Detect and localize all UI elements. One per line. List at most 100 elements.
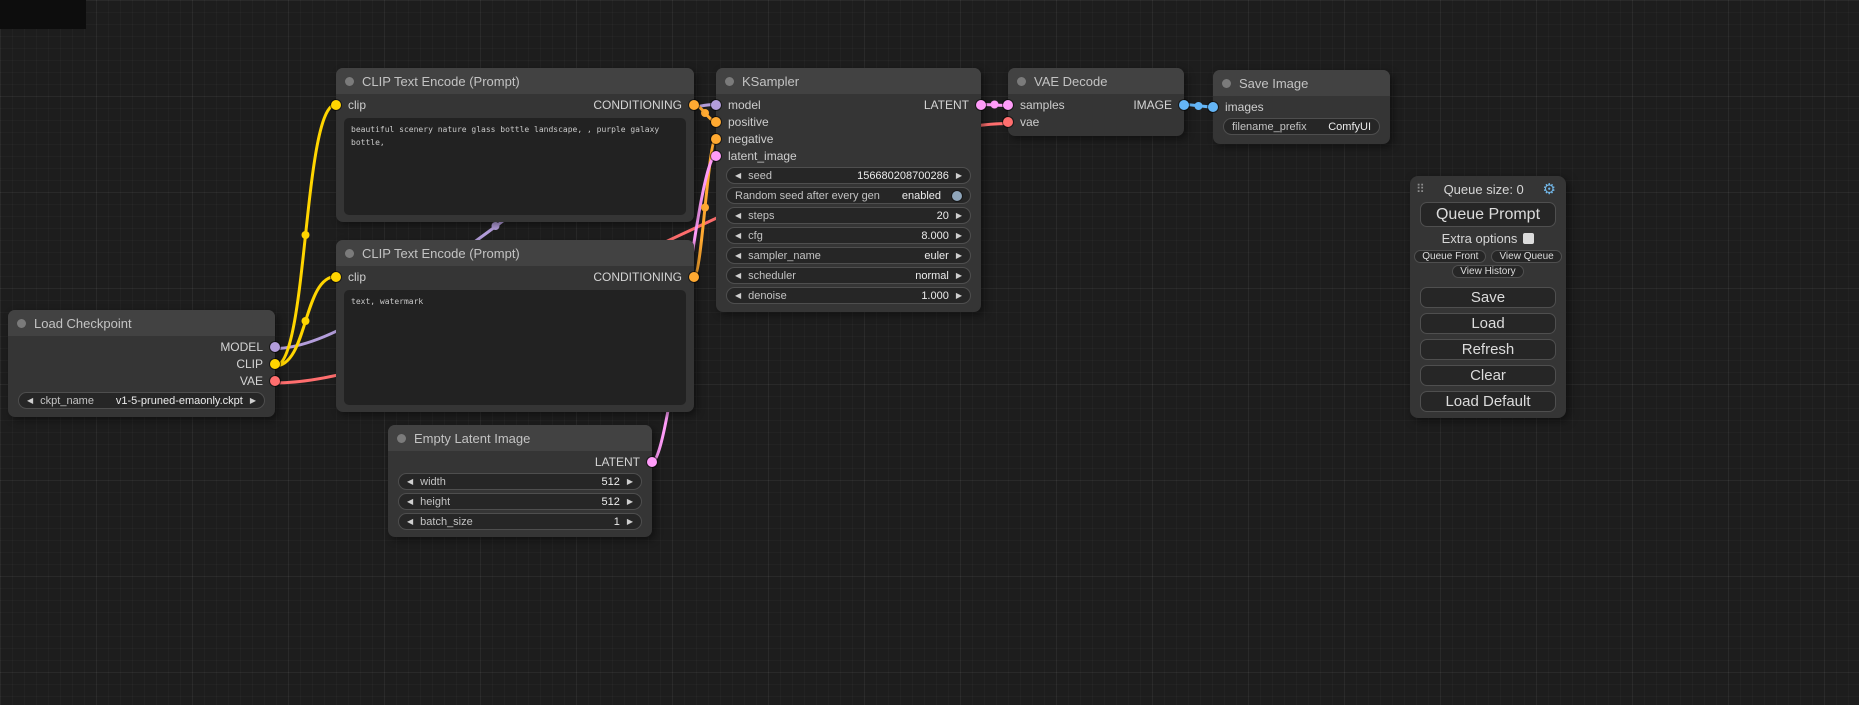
widget-scheduler[interactable]: ◀ scheduler normal ▶ (726, 267, 971, 284)
collapse-dot-icon[interactable] (1222, 79, 1231, 88)
decrement-arrow-icon[interactable]: ◀ (407, 478, 413, 486)
output-dot-clip[interactable] (270, 359, 280, 369)
node-title-bar[interactable]: Load Checkpoint (8, 310, 275, 336)
widget-batch-size[interactable]: ◀ batch_size 1 ▶ (398, 513, 642, 530)
input-dot-latent-image[interactable] (711, 151, 721, 161)
decrement-arrow-icon[interactable]: ◀ (735, 172, 741, 180)
toggle-indicator[interactable] (952, 191, 962, 201)
load-button[interactable]: Load (1420, 313, 1556, 334)
collapse-dot-icon[interactable] (17, 319, 26, 328)
input-dot-model[interactable] (711, 100, 721, 110)
save-button[interactable]: Save (1420, 287, 1556, 308)
widget-control-after-generate[interactable]: Random seed after every gen enabled (726, 187, 971, 204)
widget-label: batch_size (420, 516, 473, 528)
decrement-arrow-icon[interactable]: ◀ (735, 292, 741, 300)
widget-steps[interactable]: ◀ steps 20 ▶ (726, 207, 971, 224)
output-dot-latent[interactable] (647, 457, 657, 467)
slot-row-negative: negative (716, 130, 981, 147)
node-save-image[interactable]: Save Image images filename_prefix ComfyU… (1213, 70, 1390, 144)
input-dot-vae[interactable] (1003, 117, 1013, 127)
output-dot-latent[interactable] (976, 100, 986, 110)
node-title-bar[interactable]: CLIP Text Encode (Prompt) (336, 240, 694, 266)
queue-prompt-button[interactable]: Queue Prompt (1420, 202, 1556, 227)
node-title-bar[interactable]: CLIP Text Encode (Prompt) (336, 68, 694, 94)
widget-height[interactable]: ◀ height 512 ▶ (398, 493, 642, 510)
output-dot-image[interactable] (1179, 100, 1189, 110)
increment-arrow-icon[interactable]: ▶ (956, 272, 962, 280)
widget-label: Random seed after every gen (735, 190, 880, 202)
collapse-dot-icon[interactable] (397, 434, 406, 443)
view-history-button[interactable]: View History (1452, 265, 1523, 278)
node-ksampler[interactable]: KSampler model LATENT positive negative … (716, 68, 981, 312)
output-dot-vae[interactable] (270, 376, 280, 386)
widget-value: 1 (614, 516, 620, 528)
widget-value: 8.000 (921, 230, 949, 242)
load-default-button[interactable]: Load Default (1420, 391, 1556, 412)
input-dot-images[interactable] (1208, 102, 1218, 112)
widget-value: 512 (601, 496, 619, 508)
increment-arrow-icon[interactable]: ▶ (627, 478, 633, 486)
input-label-model: model (728, 98, 761, 112)
input-label-samples: samples (1020, 98, 1065, 112)
output-dot-conditioning[interactable] (689, 272, 699, 282)
widget-sampler-name[interactable]: ◀ sampler_name euler ▶ (726, 247, 971, 264)
widget-filename-prefix[interactable]: filename_prefix ComfyUI (1223, 118, 1380, 135)
output-dot-conditioning[interactable] (689, 100, 699, 110)
collapse-dot-icon[interactable] (345, 77, 354, 86)
node-title-bar[interactable]: VAE Decode (1008, 68, 1184, 94)
decrement-arrow-icon[interactable]: ◀ (407, 498, 413, 506)
input-dot-samples[interactable] (1003, 100, 1013, 110)
increment-arrow-icon[interactable]: ▶ (956, 212, 962, 220)
input-dot-clip[interactable] (331, 100, 341, 110)
increment-arrow-icon[interactable]: ▶ (956, 252, 962, 260)
node-load-checkpoint[interactable]: Load Checkpoint MODEL CLIP VAE ◀ ckpt_na… (8, 310, 275, 417)
widget-ckpt-name[interactable]: ◀ ckpt_name v1-5-pruned-emaonly.ckpt ▶ (18, 392, 265, 409)
node-title-bar[interactable]: Empty Latent Image (388, 425, 652, 451)
drag-handle-icon[interactable]: ⠿ (1416, 182, 1425, 196)
input-dot-negative[interactable] (711, 134, 721, 144)
node-title: CLIP Text Encode (Prompt) (362, 246, 520, 261)
node-vae-decode[interactable]: VAE Decode samples IMAGE vae (1008, 68, 1184, 136)
refresh-button[interactable]: Refresh (1420, 339, 1556, 360)
link-midpoint-dot (1195, 102, 1203, 110)
increment-arrow-icon[interactable]: ▶ (627, 518, 633, 526)
node-empty-latent-image[interactable]: Empty Latent Image LATENT ◀ width 512 ▶ … (388, 425, 652, 537)
node-clip-text-encode-negative[interactable]: CLIP Text Encode (Prompt) clip CONDITION… (336, 240, 694, 412)
output-label-conditioning: CONDITIONING (593, 98, 682, 112)
decrement-arrow-icon[interactable]: ◀ (735, 212, 741, 220)
collapse-dot-icon[interactable] (345, 249, 354, 258)
widget-width[interactable]: ◀ width 512 ▶ (398, 473, 642, 490)
queue-panel: ⠿ Queue size: 0 ⚙ Queue Prompt Extra opt… (1410, 176, 1566, 418)
increment-arrow-icon[interactable]: ▶ (627, 498, 633, 506)
decrement-arrow-icon[interactable]: ◀ (735, 252, 741, 260)
node-clip-text-encode-positive[interactable]: CLIP Text Encode (Prompt) clip CONDITION… (336, 68, 694, 222)
widget-cfg[interactable]: ◀ cfg 8.000 ▶ (726, 227, 971, 244)
decrement-arrow-icon[interactable]: ◀ (735, 232, 741, 240)
queue-front-button[interactable]: Queue Front (1414, 250, 1486, 263)
collapse-dot-icon[interactable] (725, 77, 734, 86)
output-row-latent: LATENT (388, 453, 652, 470)
increment-arrow-icon[interactable]: ▶ (956, 172, 962, 180)
increment-arrow-icon[interactable]: ▶ (250, 397, 256, 405)
node-title-bar[interactable]: KSampler (716, 68, 981, 94)
widget-denoise[interactable]: ◀ denoise 1.000 ▶ (726, 287, 971, 304)
settings-gear-icon[interactable]: ⚙ (1543, 182, 1556, 197)
prompt-textarea[interactable]: beautiful scenery nature glass bottle la… (344, 118, 686, 215)
increment-arrow-icon[interactable]: ▶ (956, 232, 962, 240)
decrement-arrow-icon[interactable]: ◀ (407, 518, 413, 526)
link-midpoint-dot (991, 101, 999, 109)
clear-button[interactable]: Clear (1420, 365, 1556, 386)
prompt-textarea[interactable]: text, watermark (344, 290, 686, 405)
view-queue-button[interactable]: View Queue (1491, 250, 1561, 263)
node-title-bar[interactable]: Save Image (1213, 70, 1390, 96)
extra-options-row: Extra options (1420, 227, 1556, 249)
output-dot-model[interactable] (270, 342, 280, 352)
input-dot-positive[interactable] (711, 117, 721, 127)
input-dot-clip[interactable] (331, 272, 341, 282)
decrement-arrow-icon[interactable]: ◀ (735, 272, 741, 280)
collapse-dot-icon[interactable] (1017, 77, 1026, 86)
extra-options-checkbox[interactable] (1523, 233, 1534, 244)
decrement-arrow-icon[interactable]: ◀ (27, 397, 33, 405)
increment-arrow-icon[interactable]: ▶ (956, 292, 962, 300)
widget-seed[interactable]: ◀ seed 156680208700286 ▶ (726, 167, 971, 184)
